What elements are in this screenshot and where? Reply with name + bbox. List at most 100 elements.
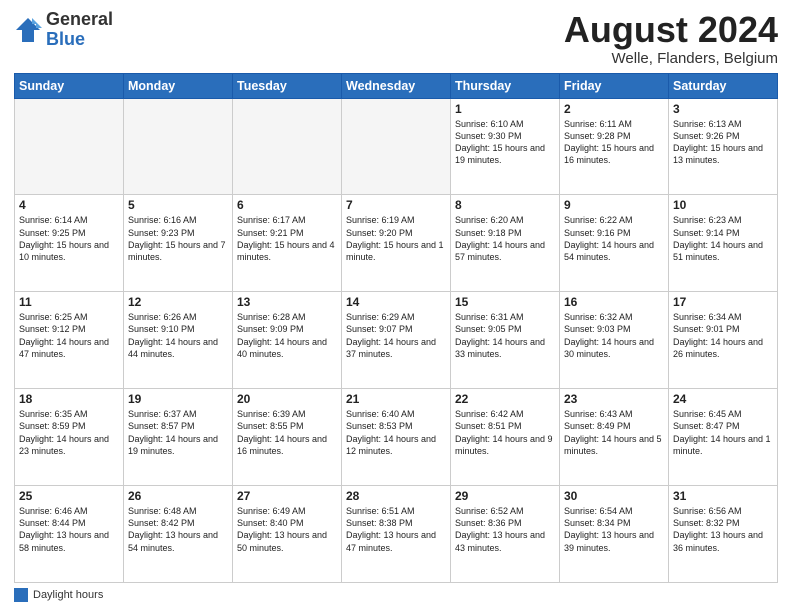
day-info: Sunrise: 6:31 AMSunset: 9:05 PMDaylight:… (455, 311, 555, 360)
calendar-day-cell: 31Sunrise: 6:56 AMSunset: 8:32 PMDayligh… (669, 486, 778, 583)
calendar-week-row: 18 Sunrise: 6:35 AMSunset: 8:59 PMDayligh… (15, 389, 778, 486)
day-number: 3 (673, 102, 773, 116)
day-info: Sunrise: 6:10 AMSunset: 9:30 PMDaylight:… (455, 118, 555, 167)
logo-icon (14, 16, 42, 44)
calendar-day-cell: 19 Sunrise: 6:37 AMSunset: 8:57 PMDayligh… (124, 389, 233, 486)
day-info: Sunrise: 6:46 AMSunset: 8:44 PMDaylight:… (19, 505, 119, 554)
page: General Blue August 2024 Welle, Flanders… (0, 0, 792, 612)
logo: General Blue (14, 10, 113, 50)
day-number: 6 (237, 198, 337, 212)
day-info: Sunrise: 6:23 AMSunset: 9:14 PMDaylight:… (673, 214, 773, 263)
day-info: Sunrise: 6:26 AMSunset: 9:10 PMDaylight:… (128, 311, 228, 360)
calendar-day-cell: 29 Sunrise: 6:52 AMSunset: 8:36 PMDayligh… (451, 486, 560, 583)
day-info: Sunrise: 6:56 AMSunset: 8:32 PMDaylight:… (673, 505, 773, 554)
day-info: Sunrise: 6:42 AMSunset: 8:51 PMDaylight:… (455, 408, 555, 457)
day-number: 26 (128, 489, 228, 503)
day-info: Sunrise: 6:14 AMSunset: 9:25 PMDaylight:… (19, 214, 119, 263)
day-number: 8 (455, 198, 555, 212)
day-info: Sunrise: 6:37 AMSunset: 8:57 PMDaylight:… (128, 408, 228, 457)
day-info: Sunrise: 6:22 AMSunset: 9:16 PMDaylight:… (564, 214, 664, 263)
day-number: 16 (564, 295, 664, 309)
logo-text: General Blue (46, 10, 113, 50)
day-number: 25 (19, 489, 119, 503)
day-number: 27 (237, 489, 337, 503)
calendar-weekday-wednesday: Wednesday (342, 73, 451, 98)
logo-general: General (46, 10, 113, 30)
calendar-day-cell: 10Sunrise: 6:23 AMSunset: 9:14 PMDayligh… (669, 195, 778, 292)
calendar-day-cell: 24 Sunrise: 6:45 AMSunset: 8:47 PMDayligh… (669, 389, 778, 486)
day-number: 15 (455, 295, 555, 309)
day-number: 12 (128, 295, 228, 309)
day-info: Sunrise: 6:43 AMSunset: 8:49 PMDaylight:… (564, 408, 664, 457)
day-info: Sunrise: 6:52 AMSunset: 8:36 PMDaylight:… (455, 505, 555, 554)
calendar-day-cell: 16 Sunrise: 6:32 AMSunset: 9:03 PMDayligh… (560, 292, 669, 389)
logo-blue: Blue (46, 30, 113, 50)
calendar-day-cell: 30Sunrise: 6:54 AMSunset: 8:34 PMDayligh… (560, 486, 669, 583)
calendar-day-cell: 25 Sunrise: 6:46 AMSunset: 8:44 PMDayligh… (15, 486, 124, 583)
day-number: 18 (19, 392, 119, 406)
calendar-day-cell (342, 98, 451, 195)
calendar-day-cell: 4 Sunrise: 6:14 AMSunset: 9:25 PMDaylight… (15, 195, 124, 292)
day-number: 2 (564, 102, 664, 116)
day-info: Sunrise: 6:28 AMSunset: 9:09 PMDaylight:… (237, 311, 337, 360)
day-number: 4 (19, 198, 119, 212)
day-number: 5 (128, 198, 228, 212)
calendar-day-cell: 12 Sunrise: 6:26 AMSunset: 9:10 PMDayligh… (124, 292, 233, 389)
day-info: Sunrise: 6:45 AMSunset: 8:47 PMDaylight:… (673, 408, 773, 457)
calendar-week-row: 4 Sunrise: 6:14 AMSunset: 9:25 PMDaylight… (15, 195, 778, 292)
day-info: Sunrise: 6:34 AMSunset: 9:01 PMDaylight:… (673, 311, 773, 360)
day-number: 28 (346, 489, 446, 503)
day-number: 29 (455, 489, 555, 503)
legend: Daylight hours (14, 588, 778, 602)
calendar-day-cell: 17Sunrise: 6:34 AMSunset: 9:01 PMDayligh… (669, 292, 778, 389)
day-number: 1 (455, 102, 555, 116)
calendar-day-cell: 6 Sunrise: 6:17 AMSunset: 9:21 PMDaylight… (233, 195, 342, 292)
day-number: 30 (564, 489, 664, 503)
calendar-day-cell: 18 Sunrise: 6:35 AMSunset: 8:59 PMDayligh… (15, 389, 124, 486)
calendar-week-row: 11 Sunrise: 6:25 AMSunset: 9:12 PMDayligh… (15, 292, 778, 389)
day-info: Sunrise: 6:39 AMSunset: 8:55 PMDaylight:… (237, 408, 337, 457)
day-info: Sunrise: 6:32 AMSunset: 9:03 PMDaylight:… (564, 311, 664, 360)
day-info: Sunrise: 6:48 AMSunset: 8:42 PMDaylight:… (128, 505, 228, 554)
day-number: 11 (19, 295, 119, 309)
day-info: Sunrise: 6:51 AMSunset: 8:38 PMDaylight:… (346, 505, 446, 554)
day-info: Sunrise: 6:29 AMSunset: 9:07 PMDaylight:… (346, 311, 446, 360)
day-number: 14 (346, 295, 446, 309)
calendar-day-cell: 23Sunrise: 6:43 AMSunset: 8:49 PMDayligh… (560, 389, 669, 486)
day-number: 24 (673, 392, 773, 406)
day-number: 9 (564, 198, 664, 212)
day-info: Sunrise: 6:40 AMSunset: 8:53 PMDaylight:… (346, 408, 446, 457)
calendar-day-cell: 20Sunrise: 6:39 AMSunset: 8:55 PMDayligh… (233, 389, 342, 486)
calendar-day-cell: 11 Sunrise: 6:25 AMSunset: 9:12 PMDayligh… (15, 292, 124, 389)
calendar-week-row: 25 Sunrise: 6:46 AMSunset: 8:44 PMDayligh… (15, 486, 778, 583)
calendar-day-cell: 1 Sunrise: 6:10 AMSunset: 9:30 PMDaylight… (451, 98, 560, 195)
title-block: August 2024 Welle, Flanders, Belgium (564, 10, 778, 67)
calendar-table: SundayMondayTuesdayWednesdayThursdayFrid… (14, 73, 778, 583)
calendar-weekday-saturday: Saturday (669, 73, 778, 98)
calendar-week-row: 1 Sunrise: 6:10 AMSunset: 9:30 PMDaylight… (15, 98, 778, 195)
calendar-day-cell (233, 98, 342, 195)
calendar-day-cell: 21Sunrise: 6:40 AMSunset: 8:53 PMDayligh… (342, 389, 451, 486)
legend-label: Daylight hours (33, 589, 103, 601)
calendar-weekday-thursday: Thursday (451, 73, 560, 98)
calendar-day-cell (15, 98, 124, 195)
calendar-day-cell: 14 Sunrise: 6:29 AMSunset: 9:07 PMDayligh… (342, 292, 451, 389)
calendar-day-cell: 2Sunrise: 6:11 AMSunset: 9:28 PMDaylight… (560, 98, 669, 195)
day-info: Sunrise: 6:20 AMSunset: 9:18 PMDaylight:… (455, 214, 555, 263)
legend-color-box (14, 588, 28, 602)
calendar-day-cell: 27Sunrise: 6:49 AMSunset: 8:40 PMDayligh… (233, 486, 342, 583)
calendar-day-cell: 26 Sunrise: 6:48 AMSunset: 8:42 PMDayligh… (124, 486, 233, 583)
calendar-weekday-monday: Monday (124, 73, 233, 98)
calendar-weekday-tuesday: Tuesday (233, 73, 342, 98)
calendar-weekday-friday: Friday (560, 73, 669, 98)
day-info: Sunrise: 6:35 AMSunset: 8:59 PMDaylight:… (19, 408, 119, 457)
day-info: Sunrise: 6:17 AMSunset: 9:21 PMDaylight:… (237, 214, 337, 263)
day-number: 7 (346, 198, 446, 212)
day-number: 13 (237, 295, 337, 309)
calendar-day-cell (124, 98, 233, 195)
calendar-day-cell: 15 Sunrise: 6:31 AMSunset: 9:05 PMDayligh… (451, 292, 560, 389)
day-number: 19 (128, 392, 228, 406)
calendar-day-cell: 9 Sunrise: 6:22 AMSunset: 9:16 PMDaylight… (560, 195, 669, 292)
day-info: Sunrise: 6:25 AMSunset: 9:12 PMDaylight:… (19, 311, 119, 360)
month-title: August 2024 (564, 10, 778, 50)
